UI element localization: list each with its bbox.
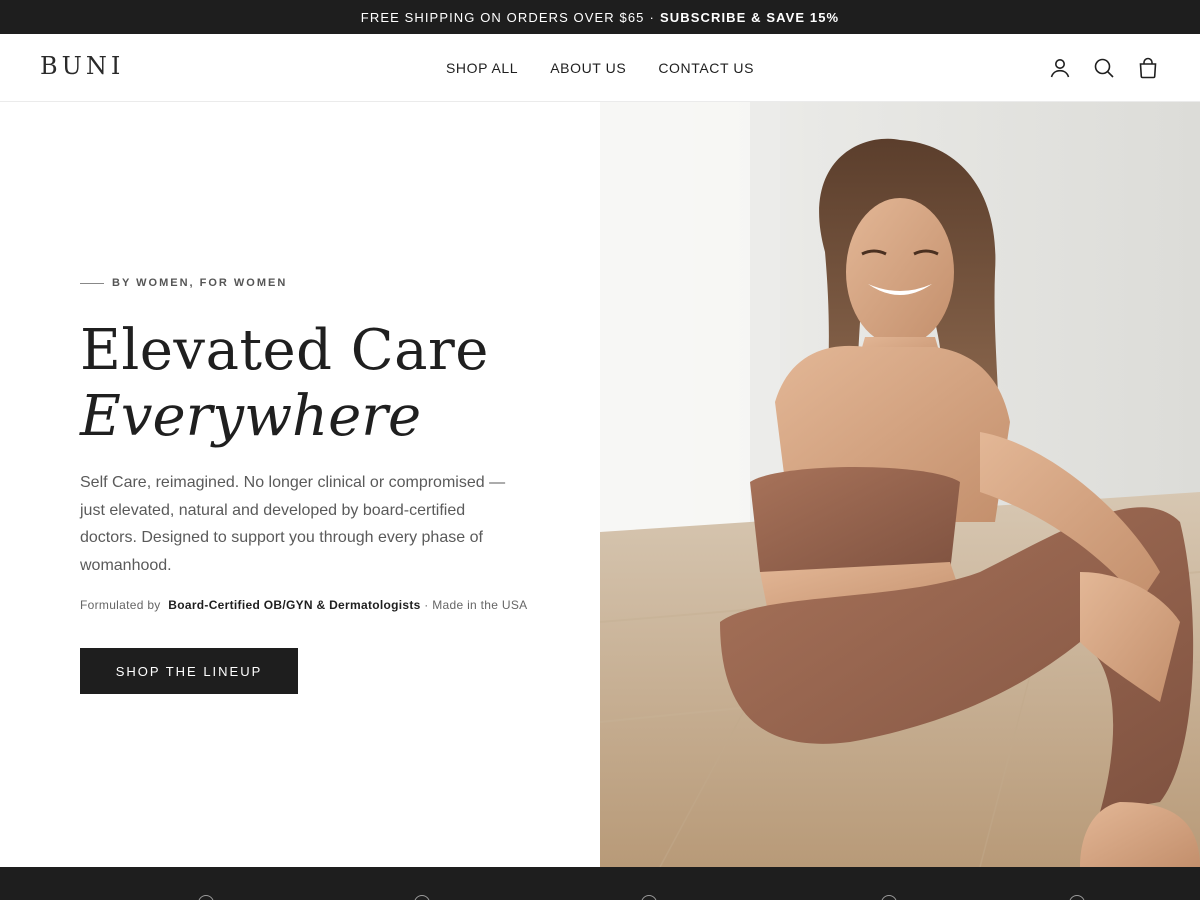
feature-icon-2 [414,895,430,900]
headline-line-1: Elevated Care [80,318,489,383]
eyebrow-rule [80,282,104,284]
site-header: BUNI SHOP ALL ABOUT US CONTACT US [0,34,1200,102]
hero-photo-illustration [600,102,1200,867]
nav-shop-all[interactable]: SHOP ALL [446,60,518,76]
account-icon[interactable] [1048,56,1072,80]
feature-icon-4 [881,895,897,900]
headline-line-2: Everywhere [80,384,422,449]
cart-icon[interactable] [1136,56,1160,80]
formulated-suffix: · Made in the USA [424,598,528,612]
hero-image [600,102,1200,867]
header-icons [1048,56,1160,80]
subscribe-link[interactable]: SUBSCRIBE & SAVE 15% [660,10,839,25]
nav-about-us[interactable]: ABOUT US [550,60,626,76]
formulated-credentials: Board-Certified OB/GYN & Dermatologists [168,598,421,612]
hero-headline: Elevated Care Everywhere [80,318,489,450]
main-nav: SHOP ALL ABOUT US CONTACT US [0,60,1200,76]
feature-icon-5 [1069,895,1085,900]
feature-icon-1 [198,895,214,900]
nav-contact-us[interactable]: CONTACT US [658,60,754,76]
hero-eyebrow: BY WOMEN, FOR WOMEN [80,277,287,289]
shipping-message: FREE SHIPPING ON ORDERS OVER $65 [360,9,645,25]
feature-icon-3 [641,895,657,900]
feature-bar [0,867,1200,900]
search-icon[interactable] [1092,56,1116,80]
formulated-prefix: Formulated by [80,598,161,612]
hero-text-panel: BY WOMEN, FOR WOMEN Elevated Care Everyw… [0,102,600,867]
formulated-by-line: Formulated by Board-Certified OB/GYN & D… [80,598,527,612]
announcement-bar: FREE SHIPPING ON ORDERS OVER $65 · SUBSC… [0,0,1200,34]
announcement-separator: · [649,9,655,25]
hero-body-copy: Self Care, reimagined. No longer clinica… [80,474,506,574]
eyebrow-text: BY WOMEN, FOR WOMEN [112,277,288,289]
shop-lineup-button[interactable]: SHOP THE LINEUP [80,648,298,694]
